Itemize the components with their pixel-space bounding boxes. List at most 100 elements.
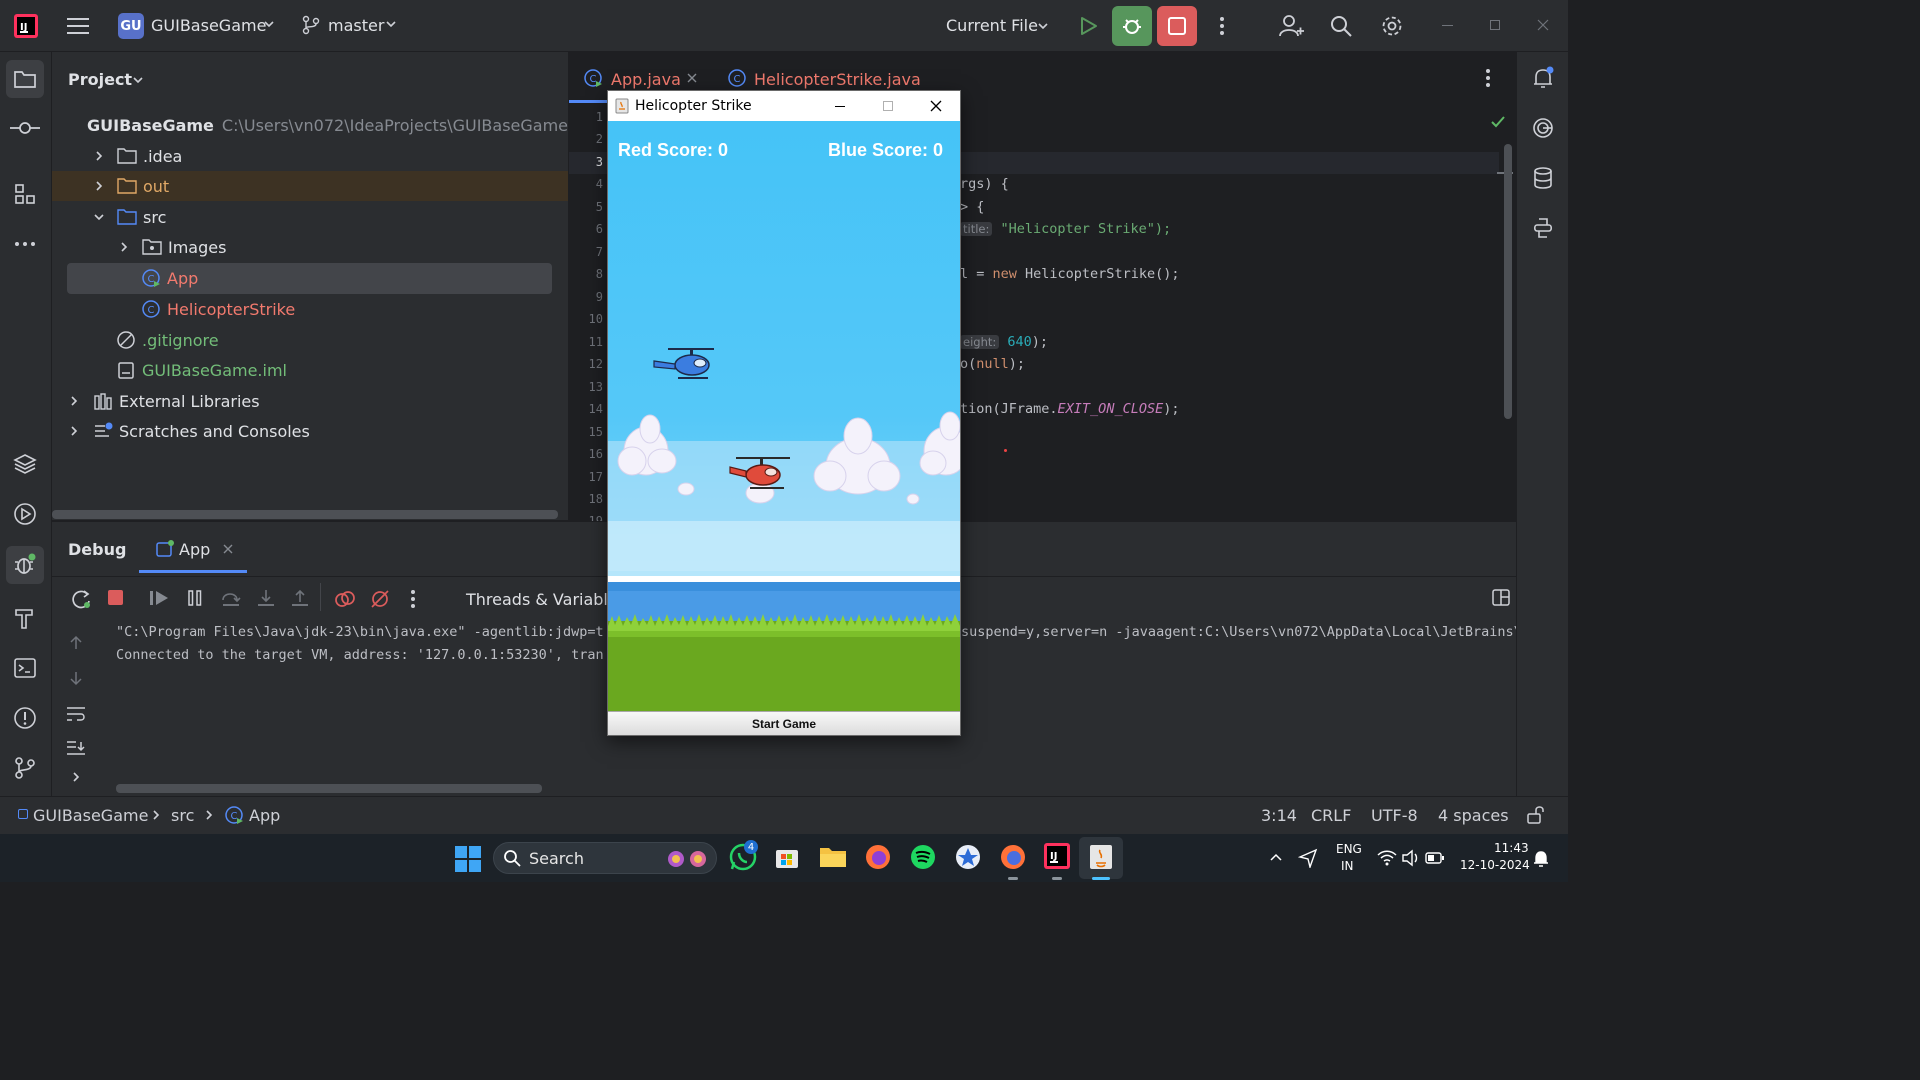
tree-item-src[interactable]: src [52, 202, 568, 232]
tree-item-gitignore[interactable]: .gitignore [52, 325, 568, 355]
caret-position[interactable]: 3:14 [1261, 806, 1297, 825]
project-panel-title[interactable]: Project [68, 70, 132, 89]
tree-item-out[interactable]: out [52, 171, 568, 201]
checkmark-icon[interactable] [1490, 115, 1506, 129]
main-menu-icon[interactable] [66, 14, 92, 38]
step-into-icon[interactable] [255, 588, 277, 608]
more-horizontal-icon[interactable] [10, 232, 40, 256]
debug-rerun-button[interactable] [1112, 6, 1152, 46]
line-separator[interactable]: CRLF [1311, 806, 1351, 825]
more-vertical-icon[interactable] [410, 589, 416, 609]
microsoft-store-icon[interactable] [774, 844, 800, 870]
code-line-12[interactable]: o(null); [960, 356, 1025, 372]
run-config-selector[interactable]: Current File [946, 16, 1038, 35]
debug-tool-icon[interactable] [6, 546, 44, 584]
firefox-icon[interactable] [864, 843, 892, 871]
tab-helicopterstrike-java[interactable]: HelicopterStrike.java [754, 70, 921, 89]
step-over-icon[interactable] [220, 588, 242, 608]
stop-button[interactable] [1157, 6, 1197, 46]
soft-wrap-icon[interactable] [66, 706, 86, 722]
restore-button[interactable] [1490, 20, 1500, 30]
more-vertical-icon[interactable] [1485, 68, 1491, 88]
database-icon[interactable] [1529, 164, 1557, 192]
game-maximize-button[interactable] [883, 101, 893, 111]
windows-start-icon[interactable] [455, 846, 481, 872]
tree-item-helicopterstrike[interactable]: C HelicopterStrike [52, 294, 568, 324]
breadcrumb-app[interactable]: App [249, 806, 280, 825]
tree-item-root[interactable]: GUIBaseGame C:\Users\vn072\IdeaProjects\… [52, 110, 568, 140]
breadcrumb-project[interactable]: GUIBaseGame [33, 806, 148, 825]
tree-item-images[interactable]: Images [52, 232, 568, 262]
unlock-icon[interactable] [1526, 805, 1546, 825]
code-line-4[interactable]: rgs) { [960, 176, 1009, 192]
commit-icon[interactable] [8, 114, 42, 142]
code-line-11[interactable]: eight: 640); [960, 334, 1048, 350]
notification-bell-icon[interactable] [1533, 850, 1549, 868]
java-app-icon[interactable] [1088, 843, 1114, 871]
layers-icon[interactable] [10, 450, 40, 478]
scroll-to-end-icon[interactable] [66, 740, 86, 756]
resume-icon[interactable] [148, 588, 170, 608]
horizontal-scrollbar[interactable] [116, 784, 542, 793]
add-user-icon[interactable] [1277, 12, 1305, 40]
terminal-icon[interactable] [10, 654, 40, 682]
code-line-8[interactable]: l = new HelicopterStrike(); [960, 266, 1179, 282]
mute-breakpoints-icon[interactable] [369, 588, 391, 610]
chevron-up-icon[interactable] [1270, 852, 1282, 862]
ai-assistant-icon[interactable] [1529, 114, 1557, 142]
tree-item-app[interactable]: C App [52, 263, 568, 293]
location-arrow-icon[interactable] [1298, 848, 1318, 868]
game-minimize-button[interactable] [835, 106, 845, 107]
code-line-6[interactable]: title: "Helicopter Strike"); [960, 221, 1171, 237]
clock-date[interactable]: 12-10-2024 [1460, 858, 1530, 872]
threads-variables-tab[interactable]: Threads & Variables [466, 590, 626, 609]
horizontal-scrollbar[interactable] [52, 510, 558, 519]
file-encoding[interactable]: UTF-8 [1371, 806, 1418, 825]
tree-item-idea[interactable]: .idea [52, 141, 568, 171]
more-vertical-icon[interactable] [1212, 14, 1232, 38]
build-hammer-icon[interactable] [10, 604, 40, 632]
view-breakpoints-icon[interactable] [334, 588, 356, 610]
chevron-right-icon[interactable] [70, 771, 82, 783]
settings-gear-icon[interactable] [1378, 12, 1406, 40]
git-icon[interactable] [10, 754, 40, 782]
chevron-down-icon[interactable] [132, 74, 144, 86]
tab-app-java[interactable]: App.java [611, 70, 681, 89]
indent-setting[interactable]: 4 spaces [1438, 806, 1509, 825]
volume-icon[interactable] [1401, 849, 1421, 867]
run-icon[interactable] [1074, 12, 1102, 40]
step-out-icon[interactable] [289, 588, 311, 608]
spotify-icon[interactable] [909, 843, 937, 871]
search-icon[interactable] [1327, 12, 1355, 40]
arrow-up-icon[interactable] [68, 635, 84, 651]
intellij-taskbar-icon[interactable]: IJ [1044, 843, 1070, 869]
arrow-down-icon[interactable] [68, 670, 84, 686]
problems-icon[interactable] [10, 704, 40, 732]
rerun-icon[interactable] [70, 588, 92, 610]
tree-item-iml[interactable]: GUIBaseGame.iml [52, 355, 568, 385]
code-line-5[interactable]: > { [960, 199, 984, 215]
close-tab-icon[interactable] [223, 544, 233, 554]
firefox-dev-icon[interactable] [999, 843, 1027, 871]
chevron-down-icon[interactable] [1037, 20, 1049, 32]
close-icon[interactable] [1537, 19, 1549, 31]
project-folder-icon[interactable] [6, 60, 44, 98]
chevron-down-icon[interactable] [385, 18, 397, 30]
battery-icon[interactable] [1425, 850, 1445, 866]
tab-debug-app[interactable]: App [179, 540, 210, 559]
layout-settings-icon[interactable] [1492, 589, 1512, 607]
code-line-14[interactable]: tion(JFrame.EXIT_ON_CLOSE); [960, 401, 1179, 417]
vertical-scrollbar[interactable] [1504, 144, 1512, 419]
breadcrumb-src[interactable]: src [171, 806, 194, 825]
chevron-down-icon[interactable] [263, 18, 275, 30]
vpn-app-icon[interactable] [954, 843, 982, 871]
project-badge[interactable]: GU [118, 13, 144, 39]
notifications-bell-icon[interactable] [1529, 64, 1557, 92]
structure-icon[interactable] [10, 180, 40, 208]
start-game-button[interactable]: Start Game [608, 711, 960, 735]
stop-icon[interactable] [107, 589, 125, 607]
services-run-icon[interactable] [10, 500, 40, 528]
intellij-logo-icon[interactable]: IJ [14, 14, 38, 38]
close-icon[interactable] [930, 100, 942, 112]
pause-icon[interactable] [186, 588, 204, 608]
